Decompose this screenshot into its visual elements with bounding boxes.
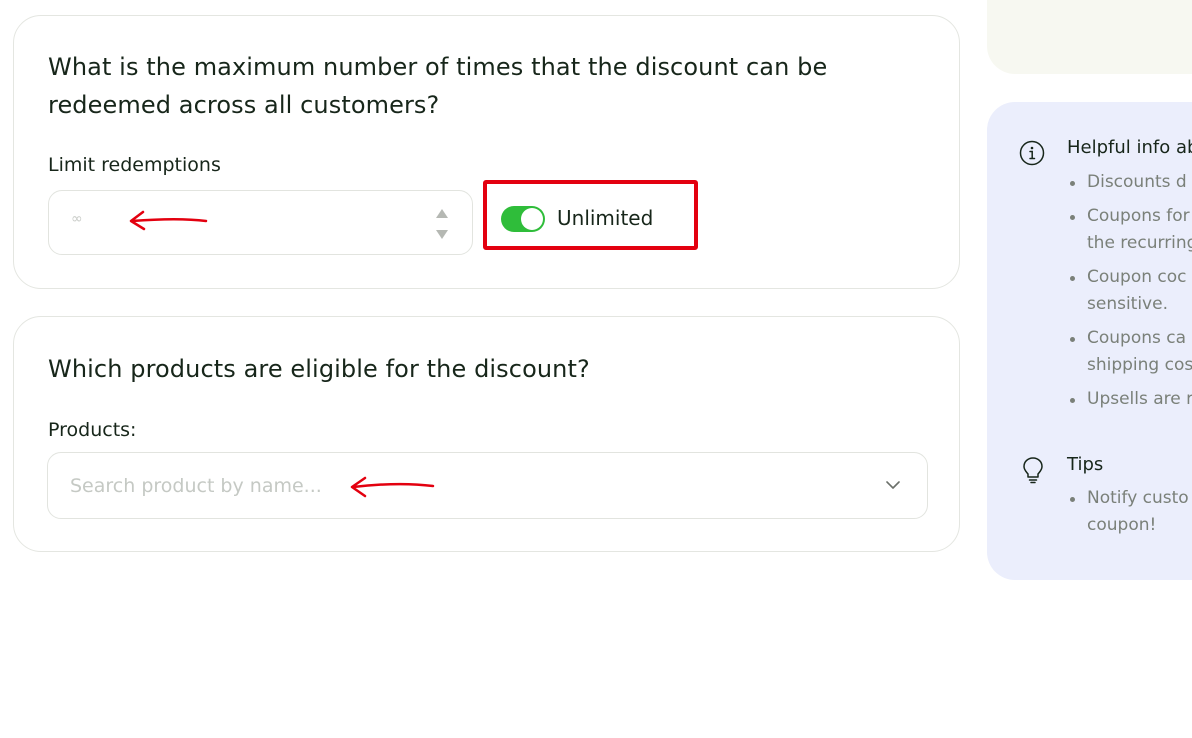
redemptions-question: What is the maximum number of times that…	[48, 53, 828, 119]
list-item: Coupon coc sensitive.	[1067, 264, 1192, 318]
helpful-info-heading: Helpful info ab	[1067, 137, 1192, 158]
product-search-select[interactable]: Search product by name...	[47, 452, 928, 519]
annotation-arrow-icon	[350, 476, 435, 498]
lightbulb-icon	[1023, 457, 1043, 484]
redemptions-card: What is the maximum number of times that…	[13, 15, 960, 289]
product-search-placeholder: Search product by name...	[70, 475, 322, 497]
spin-up-icon[interactable]	[436, 209, 448, 218]
spin-arrows-icon[interactable]	[436, 209, 448, 239]
unlimited-toggle-highlight: Unlimited	[483, 180, 698, 250]
list-item: Notify custo coupon!	[1067, 485, 1189, 539]
list-item: Upsells are r	[1067, 386, 1192, 413]
chevron-down-icon[interactable]	[885, 477, 901, 493]
limit-redemptions-label: Limit redemptions	[48, 154, 221, 176]
annotation-arrow-icon	[129, 210, 208, 231]
list-item: Discounts d	[1067, 169, 1192, 196]
unlimited-toggle[interactable]	[501, 206, 545, 232]
infinity-placeholder: ∞	[71, 211, 83, 227]
products-question: Which products are eligible for the disc…	[48, 355, 590, 383]
info-icon	[1019, 140, 1045, 166]
toggle-knob	[521, 208, 543, 230]
list-item: Coupons for the recurring	[1067, 203, 1192, 257]
products-card: Which products are eligible for the disc…	[13, 316, 960, 552]
tips-list: Notify custo coupon!	[1067, 485, 1189, 539]
top-panel-fragment	[987, 0, 1192, 74]
tips-heading: Tips	[1067, 454, 1104, 475]
spin-down-icon[interactable]	[436, 230, 448, 239]
helpful-info-list: Discounts d Coupons for the recurring Co…	[1067, 169, 1192, 420]
limit-redemptions-input[interactable]: ∞	[48, 190, 473, 255]
helpful-info-panel: Helpful info ab Discounts d Coupons for …	[987, 102, 1192, 580]
products-label: Products:	[48, 419, 137, 441]
list-item: Coupons ca shipping cos	[1067, 325, 1192, 379]
unlimited-toggle-label: Unlimited	[557, 206, 654, 230]
